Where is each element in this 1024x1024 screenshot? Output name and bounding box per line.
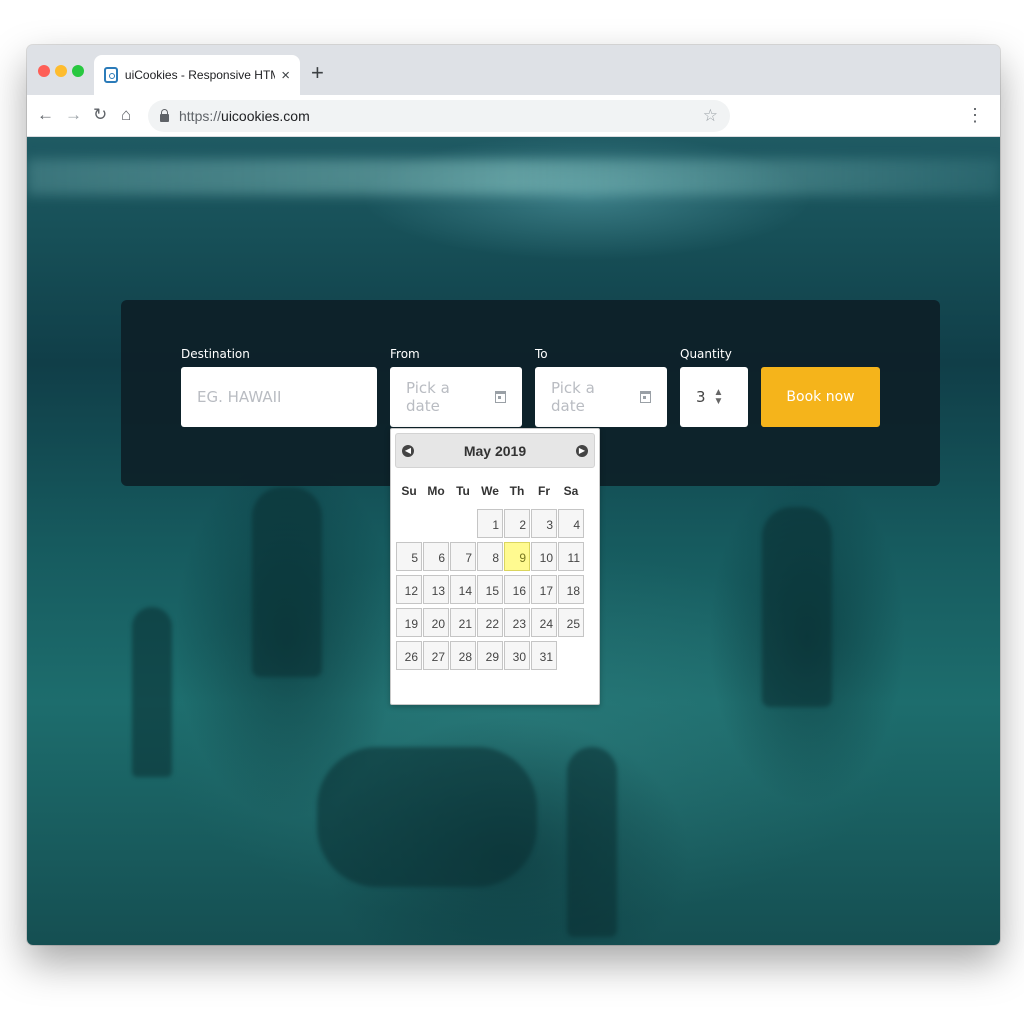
calendar-day[interactable]: 16 xyxy=(504,575,530,604)
calendar-day[interactable]: 21 xyxy=(450,608,476,637)
calendar-day[interactable]: 4 xyxy=(558,509,584,538)
new-tab-button[interactable]: + xyxy=(311,62,324,84)
calendar-day[interactable]: 15 xyxy=(477,575,503,604)
browser-window: uiCookies - Responsive HTML × + ← → ↻ ⌂ … xyxy=(27,45,1000,945)
datepicker: ◀ May 2019 ▶ Su Mo Tu We Th Fr Sa 1 2 3 4 5 6 7 8 9 10 11… xyxy=(390,428,600,705)
to-date-input[interactable]: Pick a date xyxy=(535,367,667,427)
back-icon[interactable]: ← xyxy=(37,105,54,125)
weekday-header: Mo xyxy=(427,483,445,498)
browser-menu-icon[interactable]: ⋮ xyxy=(966,105,984,125)
book-now-button[interactable]: Book now xyxy=(761,367,880,427)
address-bar[interactable]: https://uicookies.com ☆ xyxy=(148,100,730,132)
calendar-day[interactable]: 1 xyxy=(477,509,503,538)
calendar-day[interactable]: 13 xyxy=(423,575,449,604)
home-icon[interactable]: ⌂ xyxy=(121,105,131,125)
calendar-day[interactable]: 19 xyxy=(396,608,422,637)
calendar-grid: Su Mo Tu We Th Fr Sa 1 2 3 4 5 6 7 8 9 10 11 12 13 14 15 16 17 1… xyxy=(396,474,595,672)
calendar-day[interactable]: 5 xyxy=(396,542,422,571)
background-statue xyxy=(317,747,537,887)
to-label: To xyxy=(535,347,548,361)
quantity-value: 3 xyxy=(696,388,706,406)
to-placeholder: Pick a date xyxy=(551,379,595,415)
tab-bar: uiCookies - Responsive HTML × + xyxy=(27,45,1000,95)
calendar-day[interactable]: 6 xyxy=(423,542,449,571)
calendar-day[interactable]: 11 xyxy=(558,542,584,571)
calendar-day[interactable]: 22 xyxy=(477,608,503,637)
favicon-icon xyxy=(104,67,118,83)
month-title: May 2019 xyxy=(463,442,527,459)
calendar-icon xyxy=(640,391,651,403)
close-window-button[interactable] xyxy=(38,65,50,77)
page-viewport: Destination EG. HAWAII From Pick a date … xyxy=(27,137,1000,945)
background-statue xyxy=(252,487,322,677)
reload-icon[interactable]: ↻ xyxy=(93,105,107,125)
calendar-day[interactable]: 8 xyxy=(477,542,503,571)
calendar-day[interactable]: 26 xyxy=(396,641,422,670)
calendar-day[interactable]: 18 xyxy=(558,575,584,604)
background-statue xyxy=(762,507,832,707)
weekday-header: Sa xyxy=(563,483,579,498)
prev-month-icon[interactable]: ◀ xyxy=(402,444,414,457)
calendar-day[interactable]: 7 xyxy=(450,542,476,571)
stepper-arrows-icon[interactable]: ▲ ▼ xyxy=(714,388,724,407)
calendar-day[interactable]: 3 xyxy=(531,509,557,538)
tab-title: uiCookies - Responsive HTML xyxy=(124,68,276,82)
destination-placeholder: EG. HAWAII xyxy=(197,388,282,406)
browser-tab[interactable]: uiCookies - Responsive HTML × xyxy=(94,55,300,95)
calendar-day[interactable]: 12 xyxy=(396,575,422,604)
tab-close-icon[interactable]: × xyxy=(281,68,290,83)
calendar-day-today[interactable]: 9 xyxy=(504,542,530,571)
browser-toolbar: ← → ↻ ⌂ https://uicookies.com ☆ ⋮ xyxy=(27,95,1000,137)
quantity-stepper[interactable]: 3 ▲ ▼ xyxy=(680,367,748,427)
minimize-window-button[interactable] xyxy=(55,65,67,77)
calendar-day[interactable]: 30 xyxy=(504,641,530,670)
calendar-empty-cell xyxy=(450,507,476,540)
from-placeholder: Pick a date xyxy=(406,379,450,415)
calendar-day[interactable]: 23 xyxy=(504,608,530,637)
destination-label: Destination xyxy=(181,347,250,361)
calendar-day[interactable]: 31 xyxy=(531,641,557,670)
weekday-header: Fr xyxy=(538,483,550,498)
calendar-day[interactable]: 27 xyxy=(423,641,449,670)
url-scheme: https:// xyxy=(179,108,222,124)
background-statue xyxy=(567,747,617,937)
calendar-day[interactable]: 10 xyxy=(531,542,557,571)
calendar-empty-cell xyxy=(396,507,422,540)
calendar-icon xyxy=(495,391,506,403)
from-label: From xyxy=(390,347,420,361)
next-month-icon[interactable]: ▶ xyxy=(576,444,588,457)
weekday-header: Th xyxy=(509,483,525,498)
lock-icon xyxy=(160,108,169,122)
background-statue xyxy=(132,607,172,777)
weekday-header: We xyxy=(481,483,499,498)
calendar-day[interactable]: 25 xyxy=(558,608,584,637)
url-text: https://uicookies.com xyxy=(179,108,310,124)
calendar-day[interactable]: 28 xyxy=(450,641,476,670)
calendar-empty-cell xyxy=(423,507,449,540)
destination-input[interactable]: EG. HAWAII xyxy=(181,367,377,427)
calendar-day[interactable]: 14 xyxy=(450,575,476,604)
weekday-header: Tu xyxy=(456,483,470,498)
datepicker-header: ◀ May 2019 ▶ xyxy=(395,433,595,468)
weekday-header: Su xyxy=(401,483,417,498)
calendar-day[interactable]: 17 xyxy=(531,575,557,604)
calendar-empty-cell xyxy=(558,639,584,672)
quantity-label: Quantity xyxy=(680,347,732,361)
maximize-window-button[interactable] xyxy=(72,65,84,77)
calendar-day[interactable]: 24 xyxy=(531,608,557,637)
from-date-input[interactable]: Pick a date xyxy=(390,367,522,427)
calendar-day[interactable]: 2 xyxy=(504,509,530,538)
forward-icon[interactable]: → xyxy=(65,105,82,125)
url-host: uicookies.com xyxy=(221,108,310,124)
calendar-day[interactable]: 20 xyxy=(423,608,449,637)
calendar-day[interactable]: 29 xyxy=(477,641,503,670)
background-image xyxy=(27,159,1000,195)
bookmark-star-icon[interactable]: ☆ xyxy=(703,106,718,126)
